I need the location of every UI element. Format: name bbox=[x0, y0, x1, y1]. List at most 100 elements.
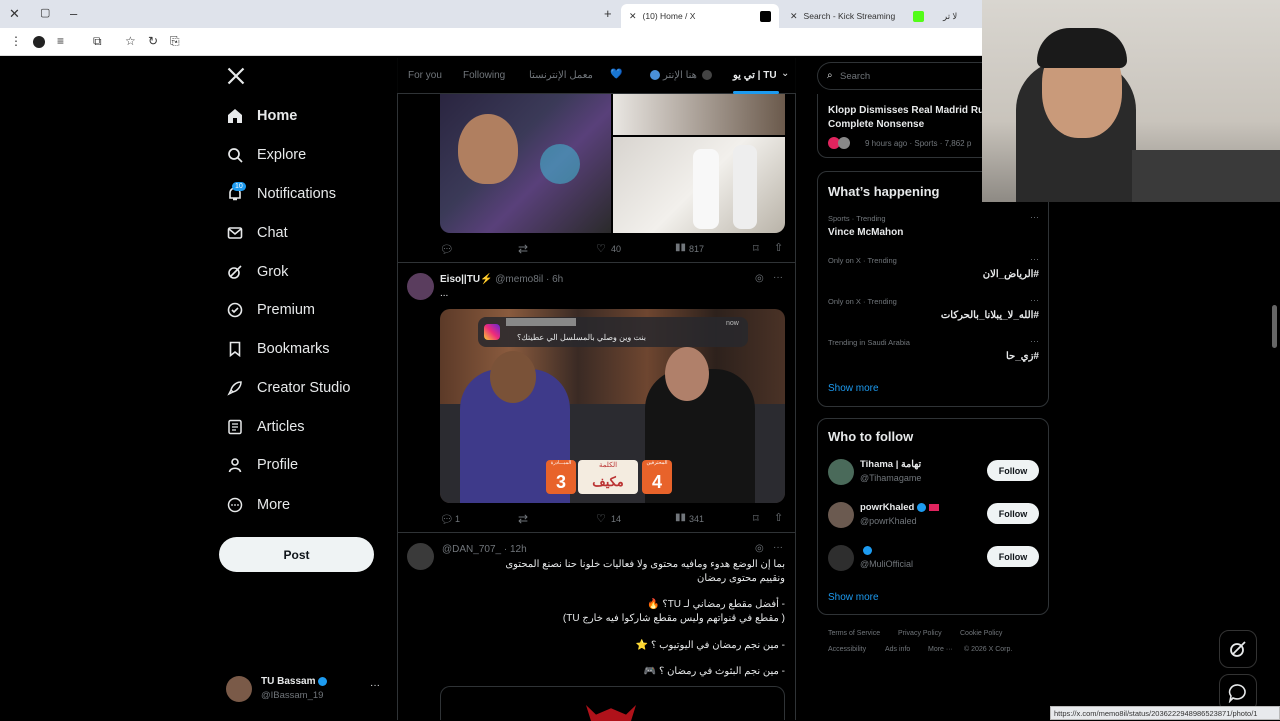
footer-link[interactable]: Ads info bbox=[885, 646, 910, 653]
tweet-handle[interactable]: @DAN_707_ bbox=[442, 544, 501, 555]
nav-item-chat[interactable]: Chat bbox=[226, 218, 288, 248]
share-icon[interactable]: ⇧ bbox=[774, 511, 783, 524]
tweet-time[interactable]: · 6h bbox=[546, 274, 563, 285]
tweet1-media-left[interactable] bbox=[440, 94, 611, 233]
more-dots-icon[interactable]: ··· bbox=[1030, 254, 1039, 264]
profile-avatar-icon[interactable] bbox=[33, 36, 45, 48]
reply-icon[interactable]: 💬︎ bbox=[440, 513, 454, 526]
reply-icon[interactable]: 💬︎ bbox=[440, 243, 454, 256]
footer-link[interactable]: Cookie Policy bbox=[960, 630, 1002, 637]
grok-icon[interactable]: ◎ bbox=[755, 273, 764, 284]
more-dots-icon[interactable]: ··· bbox=[1030, 212, 1039, 222]
tweet1-media-top-right[interactable] bbox=[613, 94, 785, 135]
grok-fab-button[interactable] bbox=[1219, 630, 1257, 668]
show-more-link[interactable]: Show more bbox=[828, 383, 879, 394]
tweet3-media[interactable] bbox=[440, 686, 785, 721]
trend-item[interactable]: Only on X · Trending #الرياض_الان ··· bbox=[828, 254, 1039, 280]
nav-item-profile[interactable]: Profile bbox=[226, 450, 298, 480]
trend-name: Vince McMahon bbox=[828, 227, 904, 238]
nav-item-articles[interactable]: Articles bbox=[226, 412, 305, 442]
avatar[interactable] bbox=[407, 273, 434, 300]
footer-link[interactable]: Terms of Service bbox=[828, 630, 880, 637]
retweet-icon[interactable]: ⇄ bbox=[518, 242, 528, 256]
search-input[interactable]: ⌕ Search bbox=[817, 62, 987, 90]
bookmark-icon[interactable]: ⌑ bbox=[753, 242, 759, 255]
more-dots-icon[interactable]: ··· bbox=[773, 272, 783, 283]
nav-item-home[interactable]: Home bbox=[226, 101, 297, 131]
tab-community-2[interactable]: هنا الإنتر bbox=[663, 70, 697, 81]
footer-link[interactable]: Privacy Policy bbox=[898, 630, 942, 637]
tab-for-you[interactable]: For you bbox=[408, 70, 442, 81]
like-icon[interactable]: ♡ bbox=[596, 242, 606, 255]
tweet2-video[interactable]: بنت وين وصلي بالمسلسل الي عطيتك؟ now 3 م… bbox=[440, 309, 785, 503]
trend-item[interactable]: Trending in Saudi Arabia #زي_حا ··· bbox=[828, 336, 1039, 362]
footer-link[interactable]: Accessibility bbox=[828, 646, 866, 653]
nav-item-premium[interactable]: Premium bbox=[226, 295, 315, 325]
post-button[interactable]: Post bbox=[219, 537, 374, 572]
tab-community-1[interactable]: معمل الإنترنستا bbox=[529, 70, 593, 81]
show-more-link[interactable]: Show more bbox=[828, 592, 879, 603]
nav-item-more[interactable]: More bbox=[226, 490, 290, 520]
tweet-time[interactable]: · 12h bbox=[504, 544, 527, 555]
grok-icon[interactable]: ◎ bbox=[755, 543, 764, 554]
follow-button[interactable]: Follow bbox=[987, 503, 1039, 524]
bookmark-icon[interactable]: ⌑ bbox=[753, 512, 759, 525]
like-icon[interactable]: ♡ bbox=[596, 512, 606, 525]
trend-item[interactable]: Sports · Trending Vince McMahon ··· bbox=[828, 212, 1039, 238]
tweet-author[interactable]: Eiso||TU⚡ bbox=[440, 274, 493, 285]
views-icon[interactable]: ▮▮ bbox=[675, 242, 686, 253]
tweet1-media-bottom-right[interactable] bbox=[613, 137, 785, 233]
share-icon[interactable]: ⎘ bbox=[170, 34, 180, 49]
close-window-icon[interactable]: ✕ bbox=[9, 6, 20, 22]
follow-button[interactable]: Follow bbox=[987, 546, 1039, 567]
tab-kick-search[interactable]: ✕ Search - Kick Streaming bbox=[782, 4, 932, 28]
tab-label: (10) Home / X bbox=[642, 11, 696, 21]
more-dots-icon[interactable]: ··· bbox=[1030, 336, 1039, 346]
more-dots-icon[interactable]: ··· bbox=[1030, 295, 1039, 305]
tab-third[interactable]: لا تر bbox=[935, 4, 982, 28]
close-tab-icon[interactable]: ✕ bbox=[790, 11, 798, 22]
more-dots-icon[interactable]: ··· bbox=[370, 680, 380, 691]
tab-following[interactable]: Following bbox=[463, 70, 505, 81]
account-handle: @Tihamagame bbox=[860, 473, 922, 483]
follow-suggestion[interactable]: powrKhaled @powrKhaled Follow bbox=[828, 500, 1039, 534]
more-dots-icon[interactable]: ··· bbox=[773, 542, 783, 553]
chevron-down-icon[interactable]: ⌄ bbox=[781, 68, 789, 79]
views-icon[interactable]: ▮▮ bbox=[675, 512, 686, 523]
avatar[interactable] bbox=[407, 543, 434, 570]
nav-item-creator-studio[interactable]: Creator Studio bbox=[226, 373, 351, 403]
footer-link[interactable]: More ··· bbox=[928, 646, 953, 653]
nav-item-bookmarks[interactable]: Bookmarks bbox=[226, 334, 330, 364]
restore-window-icon[interactable]: ▢ bbox=[40, 6, 50, 19]
account-name-wrap: powrKhaled bbox=[860, 502, 940, 513]
follow-suggestion[interactable]: @MuliOfficial Follow bbox=[828, 543, 1039, 577]
avatar bbox=[828, 545, 854, 571]
tweet-handle[interactable]: @memo8il bbox=[495, 274, 543, 285]
close-tab-icon[interactable]: ✕ bbox=[629, 11, 637, 22]
follow-suggestion[interactable]: Tihama | تهامة @Tihamagame Follow bbox=[828, 457, 1039, 491]
extensions-icon[interactable]: ⧉ bbox=[93, 34, 102, 49]
x-logo-icon[interactable] bbox=[226, 66, 246, 86]
nav-item-grok[interactable]: Grok bbox=[226, 257, 288, 287]
new-tab-button[interactable]: + bbox=[604, 6, 612, 21]
menu-dots-icon[interactable]: ⋮ bbox=[10, 34, 22, 48]
score-label-left: المبـــادرة bbox=[550, 460, 572, 466]
nav-item-explore[interactable]: Explore bbox=[226, 140, 306, 170]
nav-item-label: Grok bbox=[257, 264, 289, 280]
scrollbar-thumb[interactable] bbox=[1272, 305, 1277, 348]
tab-x-home[interactable]: ✕ (10) Home / X bbox=[621, 4, 779, 28]
flag-icon bbox=[929, 503, 940, 511]
news-avatar-icon bbox=[838, 137, 850, 149]
refresh-icon[interactable]: ↻ bbox=[148, 34, 158, 48]
minimize-window-icon[interactable]: – bbox=[70, 6, 77, 21]
footer-copyright: © 2026 X Corp. bbox=[964, 646, 1013, 653]
retweet-icon[interactable]: ⇄ bbox=[518, 512, 528, 526]
tab-tu-community[interactable]: تي يو | TU bbox=[733, 70, 777, 81]
reader-icon[interactable]: ≡ bbox=[57, 34, 64, 48]
nav-item-label: More bbox=[257, 497, 291, 513]
star-icon[interactable]: ☆ bbox=[125, 34, 136, 48]
trend-item[interactable]: Only on X · Trending #الله_لا_يبلانا_بال… bbox=[828, 295, 1039, 321]
follow-button[interactable]: Follow bbox=[987, 460, 1039, 481]
share-icon[interactable]: ⇧ bbox=[774, 241, 783, 254]
account-switcher[interactable]: TU Bassam @IBassam_19 ··· bbox=[226, 675, 384, 705]
